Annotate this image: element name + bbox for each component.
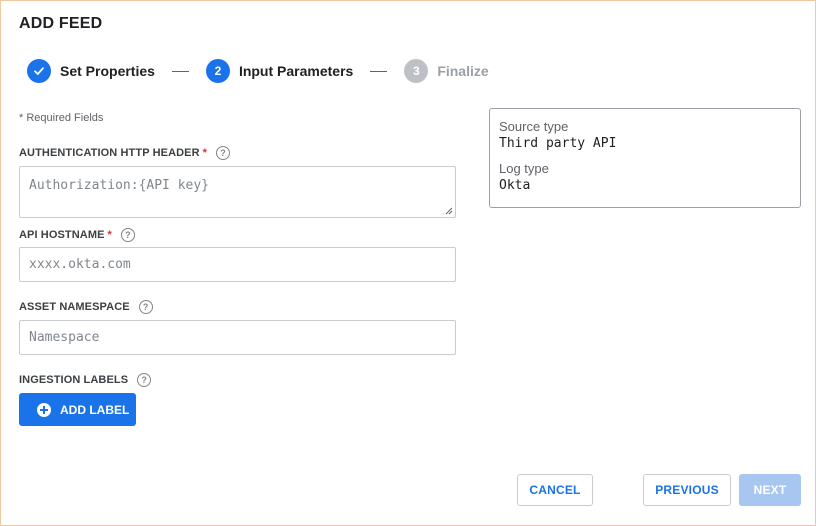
api-hostname-input[interactable]: xxxx.okta.com — [19, 247, 456, 282]
auth-header-textarea[interactable]: Authorization:{API key} — [19, 166, 456, 218]
step-1-indicator — [27, 59, 51, 83]
asset-namespace-placeholder: Namespace — [29, 330, 100, 345]
cancel-button[interactable]: CANCEL — [517, 474, 593, 506]
step-separator — [370, 70, 388, 72]
resize-handle-icon[interactable] — [445, 207, 453, 215]
api-hostname-label-text: API HOSTNAME — [19, 229, 105, 241]
add-label-button[interactable]: ADD LABEL — [19, 393, 136, 426]
api-hostname-placeholder: xxxx.okta.com — [29, 257, 131, 272]
help-icon[interactable]: ? — [120, 228, 135, 242]
help-icon[interactable]: ? — [137, 373, 152, 387]
source-type-value: Third party API — [499, 136, 617, 151]
asset-namespace-input[interactable]: Namespace — [19, 320, 456, 355]
log-type-label: Log type — [499, 161, 549, 176]
add-label-button-text: ADD LABEL — [60, 402, 130, 417]
ingestion-labels-label: INGESTION LABELS ? — [19, 373, 152, 387]
help-icon[interactable]: ? — [138, 300, 153, 314]
auth-header-label-text: AUTHENTICATION HTTP HEADER — [19, 147, 200, 159]
step-separator — [171, 70, 189, 72]
step-set-properties[interactable]: Set Properties — [27, 59, 155, 83]
asset-namespace-label-text: ASSET NAMESPACE — [19, 301, 130, 313]
checkmark-icon — [34, 67, 44, 75]
step-input-parameters[interactable]: 2 Input Parameters — [205, 59, 354, 83]
step-1-label: Set Properties — [60, 63, 155, 79]
step-2-label: Input Parameters — [238, 63, 354, 79]
source-type-label: Source type — [499, 119, 569, 134]
required-fields-note: * Required Fields — [19, 112, 104, 124]
required-star: * — [107, 229, 112, 241]
log-type-value: Okta — [499, 178, 531, 193]
step-3-indicator: 3 — [404, 59, 429, 83]
add-feed-dialog: ADD FEED Set Properties 2 Input Paramete… — [0, 0, 816, 526]
auth-header-placeholder: Authorization:{API key} — [29, 178, 210, 193]
api-hostname-label: API HOSTNAME * ? — [19, 228, 135, 242]
auth-header-label: AUTHENTICATION HTTP HEADER * ? — [19, 146, 231, 160]
help-icon[interactable]: ? — [216, 146, 231, 160]
ingestion-labels-label-text: INGESTION LABELS — [19, 374, 129, 386]
add-circle-icon — [37, 402, 51, 417]
feed-summary-card: Source type Third party API Log type Okt… — [489, 108, 801, 208]
next-button[interactable]: NEXT — [739, 474, 801, 506]
stepper: Set Properties 2 Input Parameters 3 Fina… — [27, 59, 489, 83]
step-3-label: Finalize — [437, 63, 489, 79]
dialog-title: ADD FEED — [19, 15, 103, 32]
step-finalize: 3 Finalize — [404, 59, 489, 83]
step-2-indicator: 2 — [205, 59, 230, 83]
previous-button[interactable]: PREVIOUS — [643, 474, 731, 506]
asset-namespace-label: ASSET NAMESPACE ? — [19, 300, 153, 314]
required-star: * — [202, 147, 208, 159]
